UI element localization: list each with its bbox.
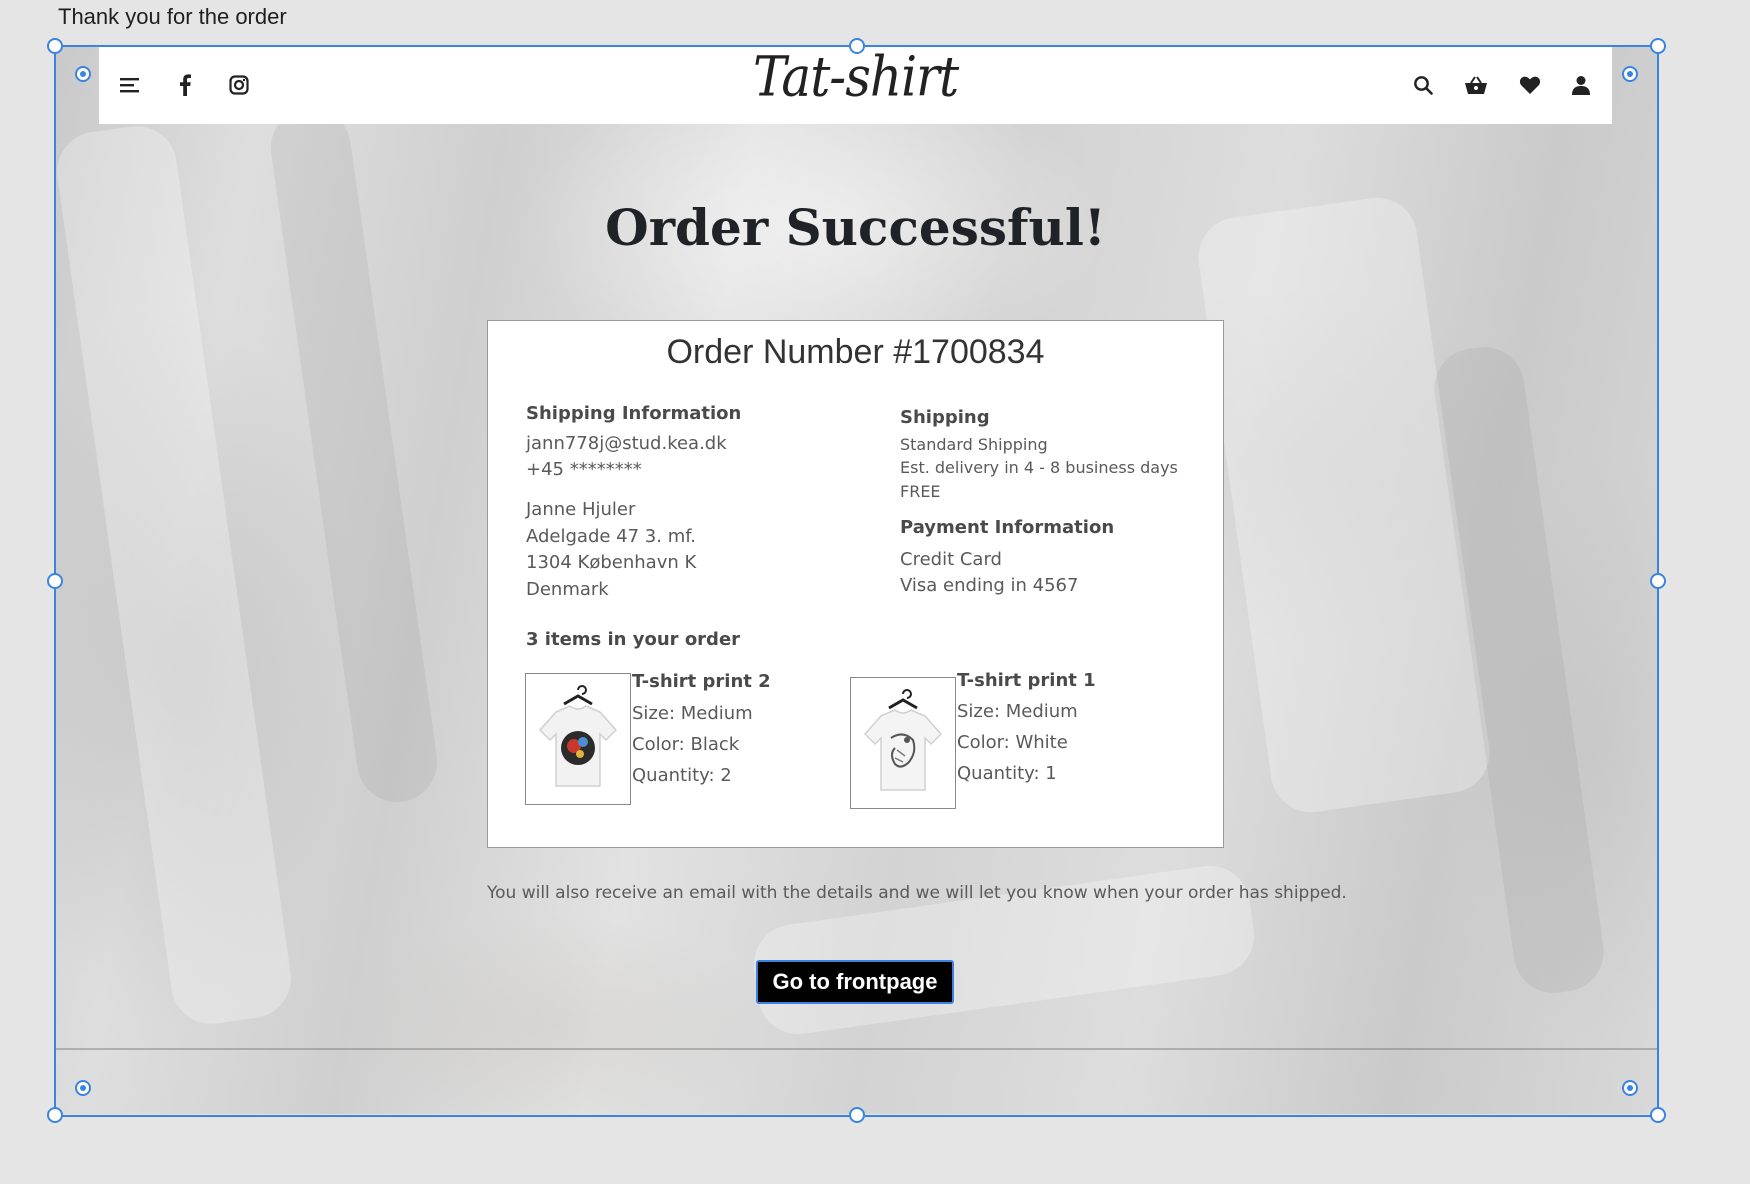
item-quantity: Quantity: 2 bbox=[632, 765, 732, 786]
search-icon[interactable] bbox=[1410, 72, 1436, 98]
shipping-title: Shipping bbox=[900, 407, 990, 428]
shipping-price: FREE bbox=[900, 482, 941, 501]
resize-handle-bottom[interactable] bbox=[849, 1107, 865, 1123]
rotate-handle-top-left[interactable] bbox=[75, 66, 91, 82]
shipping-method: Standard Shipping bbox=[900, 435, 1048, 454]
resize-handle-top[interactable] bbox=[849, 38, 865, 54]
payment-method: Credit Card bbox=[900, 549, 1002, 570]
item-quantity: Quantity: 1 bbox=[957, 763, 1057, 784]
item-size: Size: Medium bbox=[632, 703, 753, 724]
item-color: Color: White bbox=[957, 732, 1068, 753]
resize-handle-left[interactable] bbox=[47, 573, 63, 589]
item-color: Color: Black bbox=[632, 734, 740, 755]
product-image-tshirt-print-2[interactable] bbox=[525, 673, 631, 805]
item-size: Size: Medium bbox=[957, 701, 1078, 722]
shipping-estimate: Est. delivery in 4 - 8 business days bbox=[900, 458, 1178, 477]
customer-email: jann778j@stud.kea.dk bbox=[526, 433, 727, 454]
resize-handle-bottom-left[interactable] bbox=[47, 1107, 63, 1123]
page-title: Order Successful! bbox=[605, 198, 1106, 257]
resize-handle-top-left[interactable] bbox=[47, 38, 63, 54]
payment-info-title: Payment Information bbox=[900, 517, 1115, 538]
customer-country: Denmark bbox=[526, 579, 609, 600]
shipping-info-title: Shipping Information bbox=[526, 403, 742, 424]
items-count-title: 3 items in your order bbox=[526, 629, 741, 650]
artboard-title[interactable]: Thank you for the order bbox=[58, 4, 287, 30]
rotate-handle-bottom-left[interactable] bbox=[75, 1080, 91, 1096]
rotate-handle-bottom-right[interactable] bbox=[1622, 1080, 1638, 1096]
confirmation-notice: You will also receive an email with the … bbox=[487, 883, 1347, 903]
footer-divider bbox=[54, 1048, 1657, 1050]
user-icon[interactable] bbox=[1568, 72, 1594, 98]
resize-handle-bottom-right[interactable] bbox=[1650, 1107, 1666, 1123]
customer-city: 1304 København K bbox=[526, 552, 697, 573]
go-to-frontpage-button[interactable]: Go to frontpage bbox=[756, 960, 954, 1004]
texture-streak bbox=[54, 121, 297, 1029]
order-summary-card: Order Number #1700834 Shipping Informati… bbox=[487, 320, 1224, 848]
site-logo[interactable]: Tat-shirt bbox=[99, 45, 1612, 109]
product-image-tshirt-print-1[interactable] bbox=[850, 677, 956, 809]
customer-street: Adelgade 47 3. mf. bbox=[526, 526, 696, 547]
resize-handle-top-right[interactable] bbox=[1650, 38, 1666, 54]
item-name: T-shirt print 1 bbox=[957, 670, 1096, 691]
item-name: T-shirt print 2 bbox=[632, 671, 771, 692]
payment-card: Visa ending in 4567 bbox=[900, 575, 1079, 596]
rotate-handle-top-right[interactable] bbox=[1622, 66, 1638, 82]
heart-icon[interactable] bbox=[1517, 72, 1543, 98]
resize-handle-right[interactable] bbox=[1650, 573, 1666, 589]
customer-name: Janne Hjuler bbox=[526, 499, 636, 520]
site-header: Tat-shirt bbox=[99, 45, 1612, 124]
order-number: Order Number #1700834 bbox=[666, 333, 1045, 371]
basket-icon[interactable] bbox=[1463, 72, 1489, 98]
customer-phone: +45 ******** bbox=[526, 459, 642, 480]
